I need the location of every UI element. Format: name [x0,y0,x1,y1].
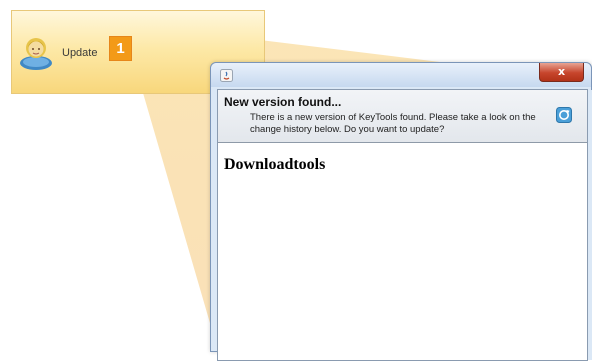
step-number-badge: 1 [110,37,131,60]
dialog-header-title: New version found... [224,95,342,109]
dialog-client-area: New version found... There is a new vers… [217,89,592,361]
content-heading: Downloadtools [224,156,326,173]
update-menu-label[interactable]: Update [62,47,97,59]
java-icon [220,69,233,82]
window-right-border [588,90,592,360]
update-dialog-window: x New version found... There is a new ve… [210,62,592,361]
dialog-header-panel: New version found... There is a new vers… [218,90,587,143]
window-titlebar[interactable]: x [211,63,591,87]
update-refresh-icon [556,107,572,123]
user-avatar-icon[interactable] [16,32,56,70]
dialog-header-message: There is a new version of KeyTools found… [250,112,536,135]
close-button[interactable]: x [539,63,584,82]
